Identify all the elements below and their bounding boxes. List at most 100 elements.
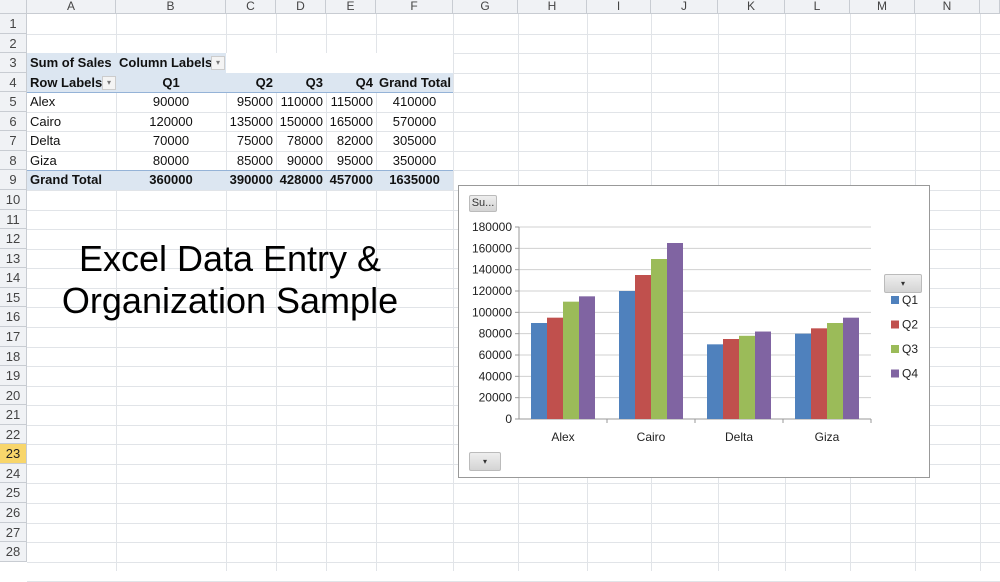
pivot-value-cell[interactable]: 305000 xyxy=(376,131,453,150)
pivot-value-cell[interactable]: 120000 xyxy=(116,112,226,131)
row-header-14[interactable]: 14 xyxy=(0,268,27,288)
column-header-K[interactable]: K xyxy=(718,0,785,14)
row-header-9[interactable]: 9 xyxy=(0,170,27,191)
pivot-header-q1[interactable]: Q1 xyxy=(116,73,226,92)
pivot-value-cell[interactable]: 82000 xyxy=(326,131,376,150)
grand-total-cell[interactable]: 457000 xyxy=(326,170,376,189)
row-header-21[interactable]: 21 xyxy=(0,405,27,425)
row-header-10[interactable]: 10 xyxy=(0,190,27,210)
row-header-12[interactable]: 12 xyxy=(0,229,27,249)
column-header-A[interactable]: A xyxy=(27,0,116,14)
pivot-value-cell[interactable]: 150000 xyxy=(276,112,326,131)
pivot-values-label[interactable]: Sum of Sales xyxy=(27,53,116,72)
column-header-L[interactable]: L xyxy=(785,0,850,14)
select-all-corner[interactable] xyxy=(0,0,27,14)
bar-q4-giza xyxy=(843,317,859,419)
pivot-value-cell[interactable]: 410000 xyxy=(376,92,453,111)
row-header-20[interactable]: 20 xyxy=(0,385,27,406)
pivot-column-labels[interactable]: Column Labels xyxy=(116,53,226,72)
column-header-G[interactable]: G xyxy=(453,0,518,14)
y-tick-label: 180000 xyxy=(472,220,512,234)
row-header-22[interactable]: 22 xyxy=(0,424,27,445)
pivot-value-cell[interactable]: 135000 xyxy=(226,112,276,131)
pivot-value-cell[interactable]: 95000 xyxy=(326,151,376,170)
y-tick-label: 160000 xyxy=(472,241,512,255)
column-header-I[interactable]: I xyxy=(587,0,651,14)
bar-q4-cairo xyxy=(667,243,683,419)
grand-total-cell[interactable]: 360000 xyxy=(116,170,226,189)
legend-swatch-q1 xyxy=(891,296,899,304)
bar-q2-giza xyxy=(811,328,827,419)
column-header-J[interactable]: J xyxy=(651,0,718,14)
pivot-header-grand-total[interactable]: Grand Total xyxy=(376,73,453,92)
pivot-value-cell[interactable]: 570000 xyxy=(376,112,453,131)
grand-total-cell[interactable]: 428000 xyxy=(276,170,326,189)
row-header-7[interactable]: 7 xyxy=(0,131,27,151)
legend-label-q3: Q3 xyxy=(902,342,918,356)
gridline xyxy=(27,561,1000,563)
pivot-value-cell[interactable]: 165000 xyxy=(326,112,376,131)
row-header-3[interactable]: 3 xyxy=(0,53,27,73)
pivot-value-cell[interactable]: 90000 xyxy=(276,151,326,170)
pivot-row-label[interactable]: Cairo xyxy=(27,112,116,131)
row-header-24[interactable]: 24 xyxy=(0,463,27,484)
column-labels-filter-dropdown[interactable]: ▾ xyxy=(211,56,225,71)
column-header-E[interactable]: E xyxy=(326,0,376,14)
pivot-value-cell[interactable]: 115000 xyxy=(326,92,376,111)
pivot-value-cell[interactable]: 95000 xyxy=(226,92,276,111)
column-header-C[interactable]: C xyxy=(226,0,276,14)
row-header-23[interactable]: 23 xyxy=(0,444,27,464)
row-header-18[interactable]: 18 xyxy=(0,346,27,367)
pivot-row-label[interactable]: Giza xyxy=(27,151,116,170)
grand-total-cell[interactable]: 390000 xyxy=(226,170,276,189)
title-line-2: Organization Sample xyxy=(61,280,399,321)
bar-q1-cairo xyxy=(619,291,635,419)
gridline xyxy=(27,542,1000,544)
row-header-25[interactable]: 25 xyxy=(0,483,27,503)
row-header-17[interactable]: 17 xyxy=(0,326,27,347)
pivot-value-cell[interactable]: 350000 xyxy=(376,151,453,170)
row-header-27[interactable]: 27 xyxy=(0,522,27,543)
row-header-6[interactable]: 6 xyxy=(0,111,27,132)
pivot-header-q3[interactable]: Q3 xyxy=(276,73,326,92)
pivot-chart[interactable]: Su... ▾ ▾ 0 20000 40000 60000 80000 100000 120… xyxy=(458,185,930,478)
pivot-value-cell[interactable]: 110000 xyxy=(276,92,326,111)
row-header-8[interactable]: 8 xyxy=(0,150,27,171)
bar-q4-delta xyxy=(755,331,771,419)
pivot-header-q2[interactable]: Q2 xyxy=(226,73,276,92)
row-labels-filter-dropdown[interactable]: ▾ xyxy=(102,75,116,90)
column-header-M[interactable]: M xyxy=(850,0,915,14)
grand-total-label[interactable]: Grand Total xyxy=(27,170,116,189)
column-header-H[interactable]: H xyxy=(518,0,587,14)
pivot-value-cell[interactable]: 80000 xyxy=(116,151,226,170)
legend-swatch-q3 xyxy=(891,345,899,353)
pivot-header-q4[interactable]: Q4 xyxy=(326,73,376,92)
pivot-row-label[interactable]: Delta xyxy=(27,131,116,150)
pivot-value-cell[interactable]: 70000 xyxy=(116,131,226,150)
pivot-row-label[interactable]: Alex xyxy=(27,92,116,111)
pivot-value-cell[interactable]: 75000 xyxy=(226,131,276,150)
column-header-B[interactable]: B xyxy=(116,0,226,14)
row-header-28[interactable]: 28 xyxy=(0,542,27,562)
column-header-O[interactable] xyxy=(980,0,1000,14)
column-header-D[interactable]: D xyxy=(276,0,326,14)
row-header-5[interactable]: 5 xyxy=(0,92,27,112)
row-header-2[interactable]: 2 xyxy=(0,33,27,54)
grand-total-cell[interactable]: 1635000 xyxy=(376,170,453,189)
bar-q3-giza xyxy=(827,323,843,419)
row-header-11[interactable]: 11 xyxy=(0,209,27,230)
row-header-26[interactable]: 26 xyxy=(0,503,27,523)
row-header-15[interactable]: 15 xyxy=(0,287,27,308)
row-header-1[interactable]: 1 xyxy=(0,14,27,34)
row-header-16[interactable]: 16 xyxy=(0,307,27,327)
row-header-19[interactable]: 19 xyxy=(0,366,27,386)
row-header-13[interactable]: 13 xyxy=(0,248,27,269)
y-tick-label: 140000 xyxy=(472,263,512,277)
bar-q1-giza xyxy=(795,333,811,419)
column-header-N[interactable]: N xyxy=(915,0,980,14)
pivot-value-cell[interactable]: 90000 xyxy=(116,92,226,111)
pivot-value-cell[interactable]: 85000 xyxy=(226,151,276,170)
pivot-value-cell[interactable]: 78000 xyxy=(276,131,326,150)
row-header-4[interactable]: 4 xyxy=(0,72,27,93)
column-header-F[interactable]: F xyxy=(376,0,453,14)
